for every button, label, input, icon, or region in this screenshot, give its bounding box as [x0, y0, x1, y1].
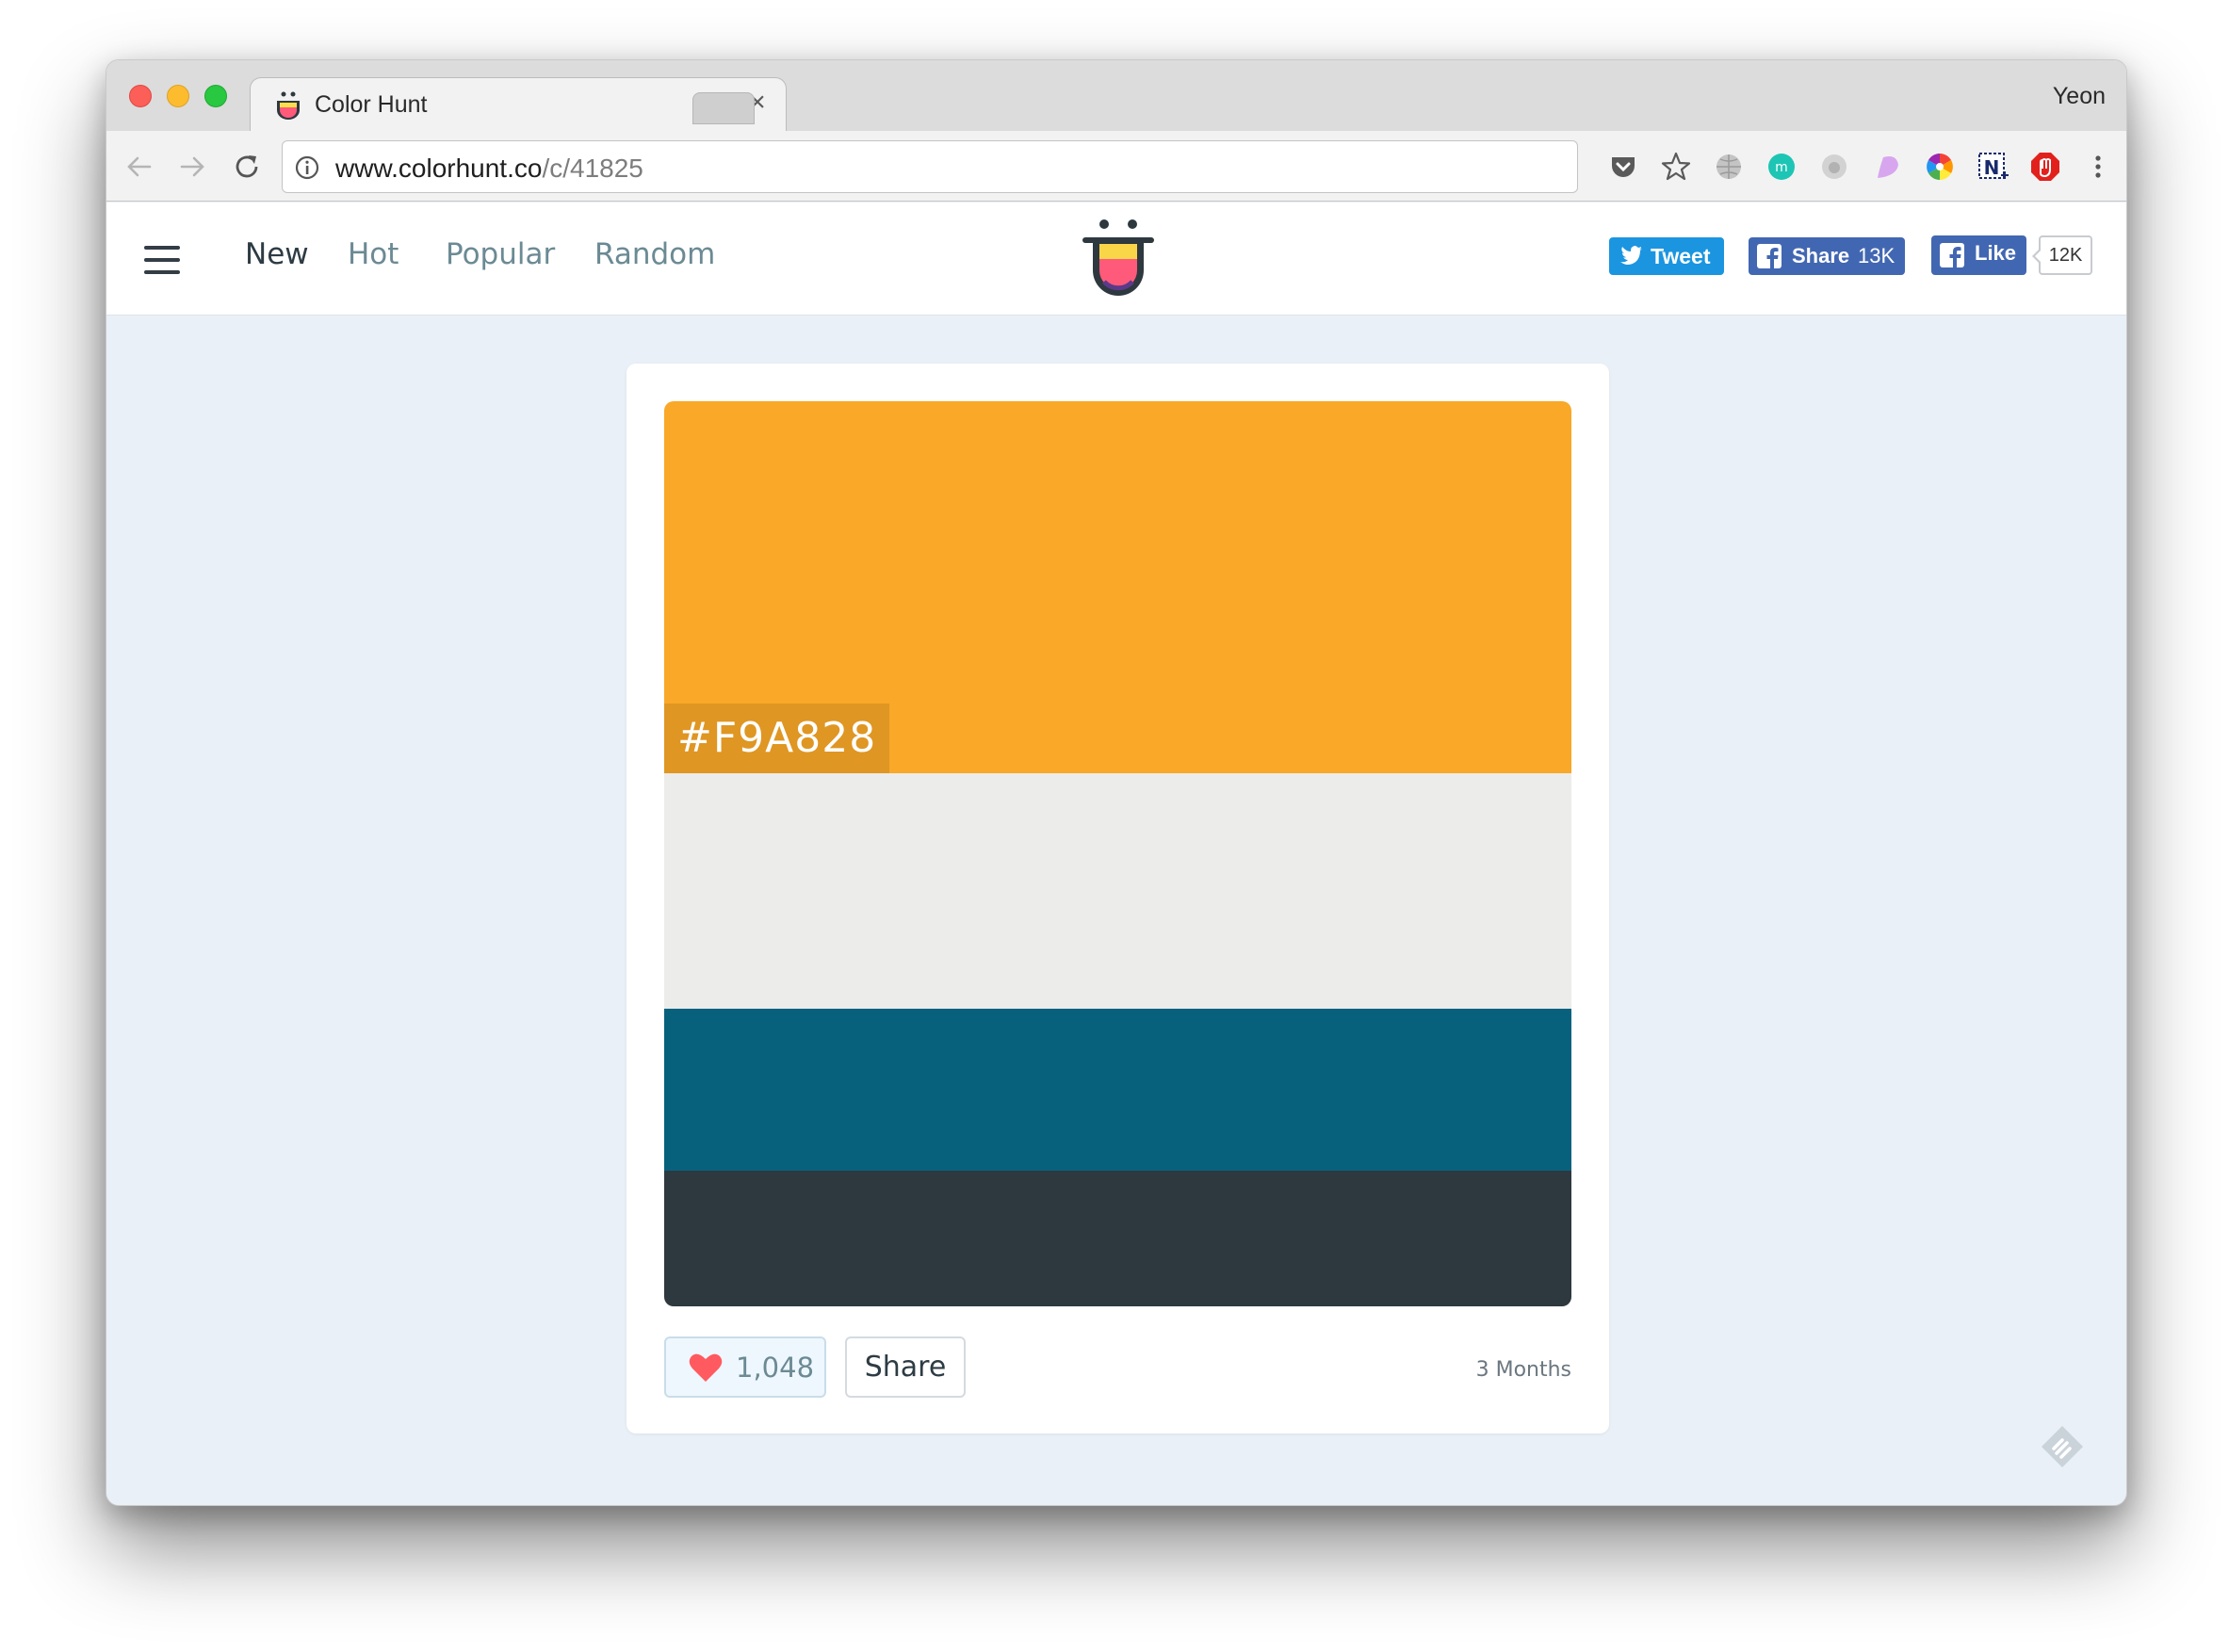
tweet-button[interactable]: Tweet — [1609, 237, 1724, 275]
palette-card: #F9A828 1,048 Share 3 Months — [626, 364, 1609, 1433]
site-header: New Hot Popular Random Tweet Share 13K L… — [106, 202, 2126, 316]
facebook-like-button[interactable]: Like — [1931, 235, 2026, 275]
url-path: /c/41825 — [542, 154, 643, 183]
maximize-window-button[interactable] — [204, 85, 227, 107]
color-swatch-2[interactable] — [664, 773, 1571, 1009]
menu-dots-icon[interactable] — [2081, 150, 2115, 184]
close-window-button[interactable] — [129, 85, 152, 107]
color-swatch-3[interactable] — [664, 1009, 1571, 1171]
adblock-icon[interactable] — [2028, 150, 2062, 184]
browser-window: Color Hunt × Yeon www.colorhunt.co/c/418… — [106, 59, 2127, 1506]
url-host: www.colorhunt.co — [335, 154, 543, 183]
profile-name[interactable]: Yeon — [2053, 83, 2106, 110]
title-bar: Color Hunt × Yeon — [106, 60, 2126, 132]
n-extension-icon[interactable]: N — [1976, 150, 2009, 184]
minimize-window-button[interactable] — [167, 85, 189, 107]
hex-code-label[interactable]: #F9A828 — [664, 704, 890, 773]
color-hunt-logo-icon[interactable] — [1080, 216, 1157, 302]
color-palette: #F9A828 — [664, 401, 1571, 1306]
facebook-share-label: Share — [1792, 244, 1850, 267]
browser-toolbar: www.colorhunt.co/c/41825 m N — [106, 131, 2126, 202]
hamburger-menu-icon[interactable] — [144, 246, 180, 274]
facebook-share-count: 13K — [1858, 244, 1895, 267]
feedback-icon[interactable] — [2038, 1422, 2087, 1471]
nav-popular-link[interactable]: Popular — [446, 237, 555, 271]
share-button[interactable]: Share — [845, 1336, 966, 1398]
pocket-icon[interactable] — [1606, 150, 1640, 184]
facebook-like-count: 12K — [2032, 235, 2092, 275]
svg-text:N: N — [1984, 156, 2000, 179]
facebook-icon — [1940, 243, 1964, 267]
color-swatch-4[interactable] — [664, 1171, 1571, 1306]
tab-title: Color Hunt — [315, 91, 428, 118]
color-swatch-1[interactable]: #F9A828 — [664, 401, 1571, 773]
nav-random-link[interactable]: Random — [594, 237, 715, 271]
color-wheel-icon[interactable] — [1923, 150, 1957, 184]
m-extension-icon[interactable]: m — [1765, 150, 1798, 184]
svg-text:m: m — [1775, 160, 1788, 175]
facebook-like-label: Like — [1975, 241, 2017, 265]
like-button[interactable]: 1,048 — [664, 1336, 826, 1398]
color-hunt-favicon-icon — [277, 91, 300, 120]
url-text[interactable]: www.colorhunt.co/c/41825 — [335, 154, 643, 184]
heart-icon — [689, 1353, 723, 1382]
facebook-share-button[interactable]: Share 13K — [1749, 237, 1905, 275]
nav-new-link[interactable]: New — [245, 237, 309, 271]
reload-icon[interactable] — [229, 149, 265, 185]
tweet-label: Tweet — [1651, 244, 1711, 268]
globe-icon[interactable] — [1712, 150, 1746, 184]
nav-hot-link[interactable]: Hot — [348, 237, 399, 271]
grey-extension-icon[interactable] — [1817, 150, 1851, 184]
new-tab-button[interactable] — [692, 92, 755, 124]
address-bar[interactable]: www.colorhunt.co/c/41825 — [282, 140, 1578, 193]
facebook-icon — [1757, 244, 1782, 268]
palette-age: 3 Months — [1475, 1358, 1571, 1382]
twitter-bird-icon — [1620, 246, 1642, 265]
back-arrow-icon[interactable] — [122, 149, 157, 185]
site-info-icon[interactable] — [294, 154, 320, 181]
like-count: 1,048 — [736, 1352, 815, 1384]
pink-extension-icon[interactable] — [1870, 150, 1904, 184]
star-icon[interactable] — [1659, 150, 1693, 184]
forward-arrow-icon[interactable] — [174, 149, 210, 185]
